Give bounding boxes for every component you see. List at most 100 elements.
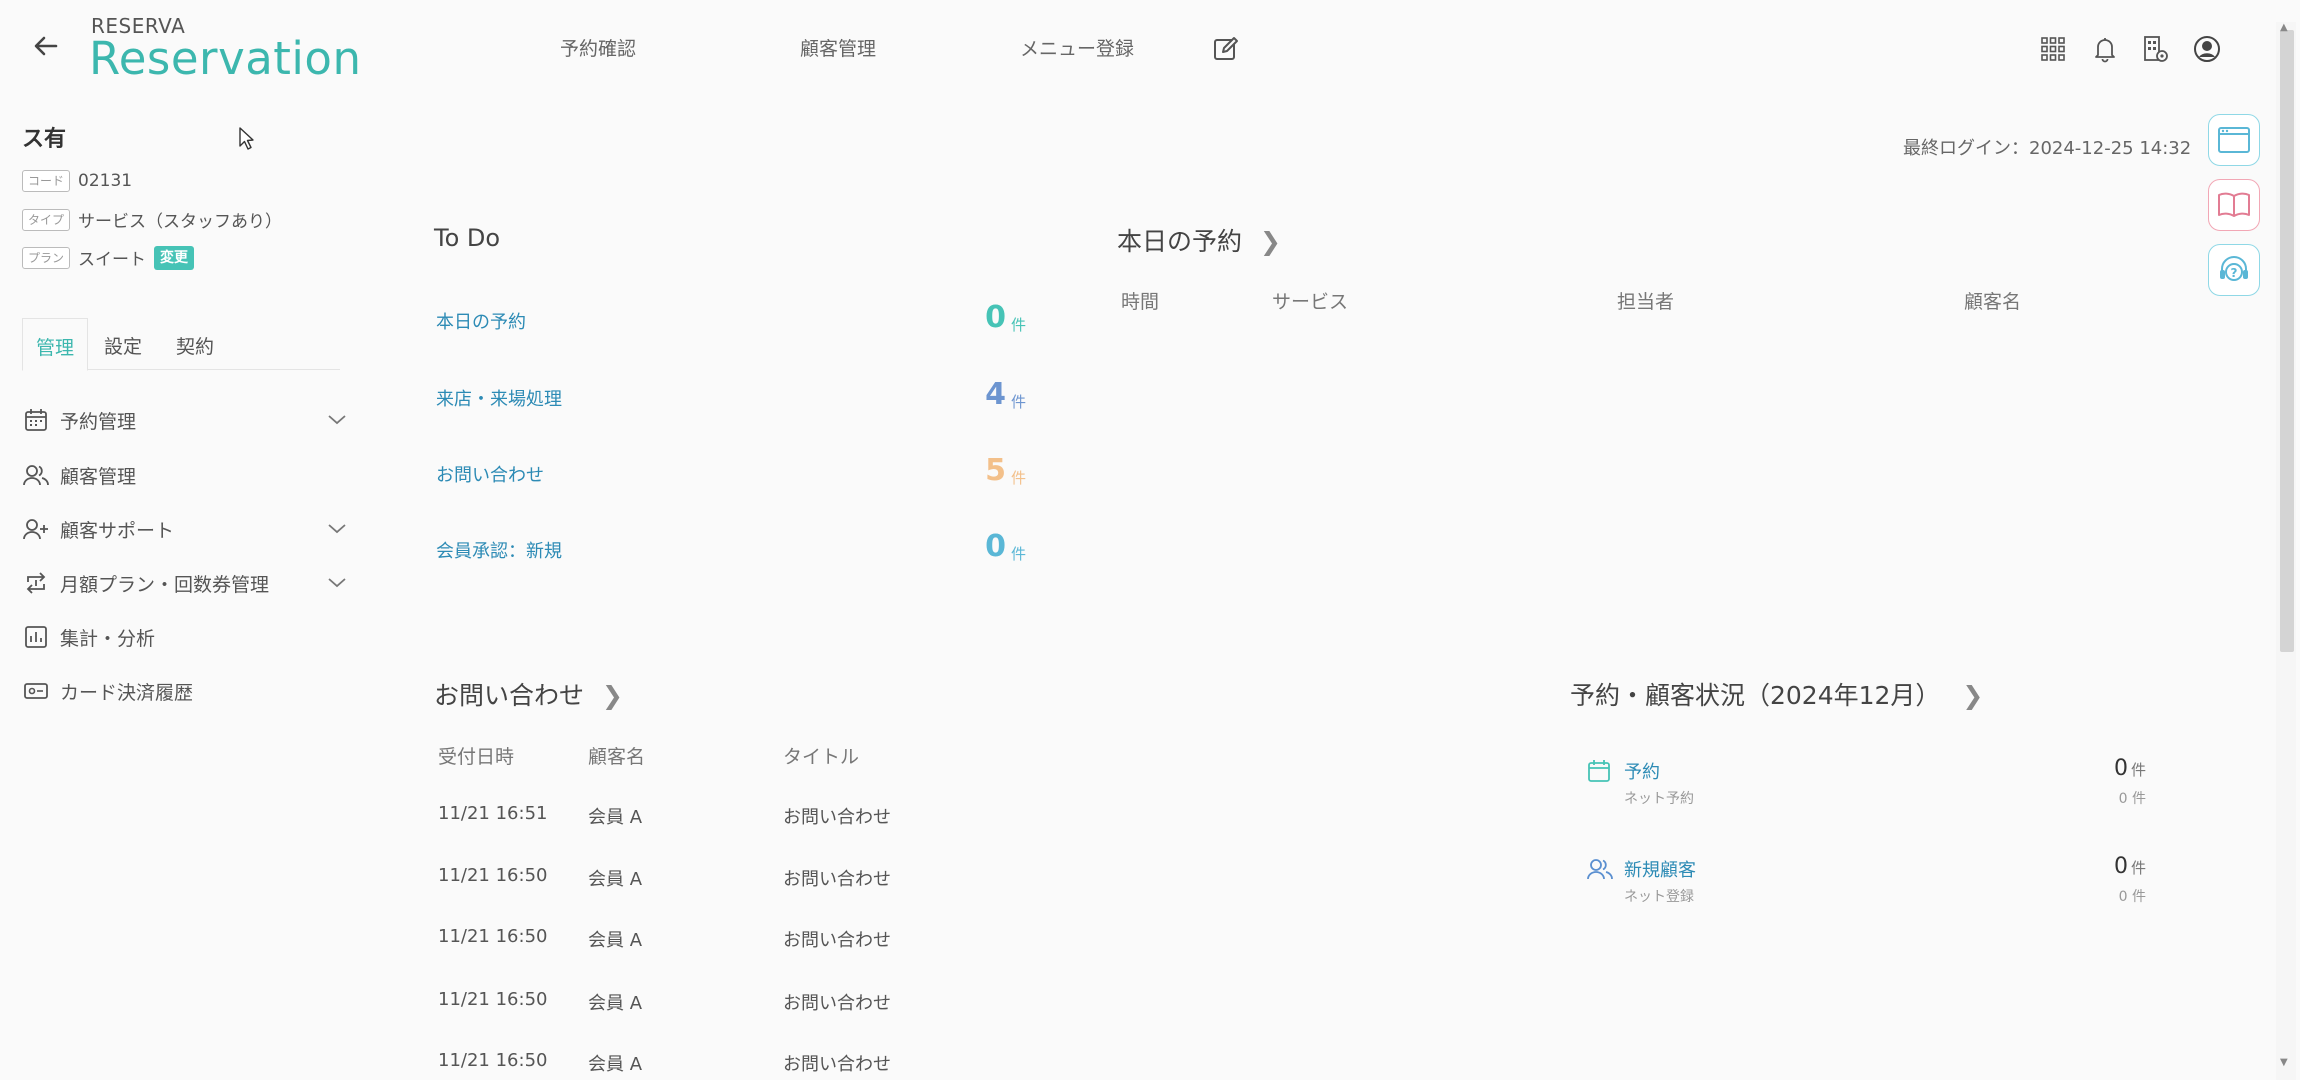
status-unit: 件: [2130, 859, 2146, 877]
store-plan: スイート: [78, 250, 147, 270]
table-row[interactable]: 11/21 16:50 会員 A お問い合わせ: [438, 926, 998, 958]
inquiry-date: 11/21 16:51: [438, 803, 548, 824]
edit-icon[interactable]: [1212, 35, 1240, 63]
browser-window-button[interactable]: [2208, 114, 2260, 166]
status-label[interactable]: 新規顧客: [1624, 856, 1696, 882]
tab-contract[interactable]: 契約: [176, 318, 214, 370]
inquiry-date: 11/21 16:50: [438, 1050, 548, 1071]
sidebar-item-customer-management[interactable]: 顧客管理: [22, 455, 342, 495]
app-grid-icon[interactable]: [2038, 34, 2068, 64]
sidebar-item-reservation-management[interactable]: 予約管理: [22, 400, 346, 440]
sidebar-item-subscription-management[interactable]: 月額プラン・回数券管理: [22, 563, 346, 603]
column-header-received: 受付日時: [438, 746, 515, 768]
nav-menu-registration[interactable]: メニュー登録: [1020, 34, 1134, 61]
today-reservations-link[interactable]: 本日の予約 ❯: [1117, 222, 1281, 258]
chevron-right-icon: ❯: [601, 681, 623, 710]
todo-unit: 件: [1010, 393, 1026, 411]
todo-label[interactable]: 本日の予約: [436, 308, 526, 334]
scrollbar-thumb[interactable]: [2280, 30, 2294, 652]
status-summary-title: 予約・顧客状況（2024年12月）: [1570, 681, 1941, 710]
column-header-customer: 顧客名: [588, 746, 646, 768]
repeat-icon: [26, 572, 46, 594]
store-settings-icon[interactable]: [2140, 34, 2170, 64]
todo-item[interactable]: 本日の予約 0 件: [436, 300, 1026, 340]
nav-customer-management[interactable]: 顧客管理: [800, 34, 876, 61]
todo-count: 0: [985, 529, 1006, 564]
status-sublabel: ネット登録: [1624, 889, 1694, 905]
plan-tag: プラン: [22, 246, 71, 269]
status-subvalue: 0 件: [2118, 791, 2146, 807]
back-arrow-icon[interactable]: [30, 30, 62, 62]
store-type: サービス（スタッフあり）: [78, 212, 283, 232]
store-code-row: コード 02131: [22, 170, 132, 192]
todo-label[interactable]: お問い合わせ: [436, 461, 544, 487]
inquiry-date: 11/21 16:50: [438, 926, 548, 947]
scroll-up-arrow-icon[interactable]: ▲: [2280, 22, 2288, 33]
users-icon: [23, 465, 49, 486]
sidebar-tabs: 管理 設定 契約: [22, 318, 340, 371]
calendar-icon: [1588, 760, 1610, 782]
todo-title: To Do: [434, 224, 501, 252]
users-icon: [1587, 859, 1613, 880]
status-count: 0: [2113, 854, 2128, 879]
store-type-row: タイプ サービス（スタッフあり）: [22, 207, 282, 232]
tab-settings[interactable]: 設定: [104, 318, 142, 370]
inquiry-date: 11/21 16:50: [438, 865, 548, 886]
calendar-icon: [25, 409, 47, 431]
book-icon: [2218, 192, 2250, 217]
status-label[interactable]: 予約: [1624, 758, 1660, 784]
inquiry-title: お問い合わせ: [783, 807, 891, 828]
column-header-customer: 顧客名: [1964, 291, 2022, 313]
inquiry-customer: 会員 A: [588, 930, 643, 951]
status-row-reservations: 予約 ネット予約 0件 0 件: [1586, 756, 2146, 818]
sidebar-item-customer-support[interactable]: 顧客サポート: [22, 509, 346, 549]
status-row-new-customers: 新規顧客 ネット登録 0件 0 件: [1586, 854, 2146, 916]
status-subvalue: 0 件: [2118, 889, 2146, 905]
browser-window-icon: [2218, 127, 2250, 153]
todo-item[interactable]: 来店・来場処理 4 件: [436, 377, 1026, 417]
store-name: ス有: [22, 127, 67, 152]
scroll-down-arrow-icon[interactable]: ▼: [2280, 1057, 2288, 1068]
user-plus-icon: [23, 519, 48, 540]
brand-logo[interactable]: Reservation: [89, 32, 361, 85]
table-row[interactable]: 11/21 16:50 会員 A お問い合わせ: [438, 989, 998, 1021]
bell-icon[interactable]: [2090, 34, 2120, 64]
help-headset-icon: ?: [2220, 256, 2248, 281]
inquiries-link[interactable]: お問い合わせ ❯: [434, 676, 623, 712]
chevron-down-icon[interactable]: [326, 571, 348, 593]
status-sublabel: ネット予約: [1624, 791, 1694, 807]
sidebar-item-label: 月額プラン・回数券管理: [60, 573, 270, 596]
sidebar-item-card-payments[interactable]: カード決済履歴: [22, 671, 342, 711]
todo-count: 4: [985, 377, 1006, 412]
support-button[interactable]: ?: [2208, 244, 2260, 296]
chevron-down-icon[interactable]: [326, 408, 348, 430]
inquiry-customer: 会員 A: [588, 993, 643, 1014]
inquiry-date: 11/21 16:50: [438, 989, 548, 1010]
todo-unit: 件: [1010, 469, 1026, 487]
status-value: 0件: [2114, 854, 2146, 879]
todo-label[interactable]: 会員承認：新規: [436, 537, 562, 563]
nav-reservation-confirm[interactable]: 予約確認: [560, 34, 636, 61]
table-row[interactable]: 11/21 16:51 会員 A お問い合わせ: [438, 803, 998, 835]
sidebar-item-label: 集計・分析: [60, 627, 156, 650]
todo-item[interactable]: 会員承認：新規 0 件: [436, 529, 1026, 569]
sidebar-item-analytics[interactable]: 集計・分析: [22, 617, 342, 657]
svg-text:?: ?: [2231, 266, 2238, 280]
todo-item[interactable]: お問い合わせ 5 件: [436, 453, 1026, 493]
todo-unit: 件: [1010, 316, 1026, 334]
table-row[interactable]: 11/21 16:50 会員 A お問い合わせ: [438, 865, 998, 897]
user-account-icon[interactable]: [2192, 34, 2222, 64]
today-reservations-title: 本日の予約: [1117, 227, 1243, 256]
inquiry-title: お問い合わせ: [783, 1054, 891, 1075]
tab-management[interactable]: 管理: [22, 318, 88, 371]
manual-button[interactable]: [2208, 179, 2260, 231]
column-header-staff: 担当者: [1617, 291, 1675, 313]
inquiry-title: お問い合わせ: [783, 993, 891, 1014]
todo-label[interactable]: 来店・来場処理: [436, 385, 562, 411]
status-summary-link[interactable]: 予約・顧客状況（2024年12月） ❯: [1570, 676, 1983, 712]
store-plan-row: プラン スイート 変更: [22, 245, 195, 270]
chevron-down-icon[interactable]: [326, 517, 348, 539]
change-plan-button[interactable]: 変更: [154, 245, 195, 270]
table-row[interactable]: 11/21 16:50 会員 A お問い合わせ: [438, 1050, 998, 1080]
column-header-time: 時間: [1121, 291, 1160, 313]
